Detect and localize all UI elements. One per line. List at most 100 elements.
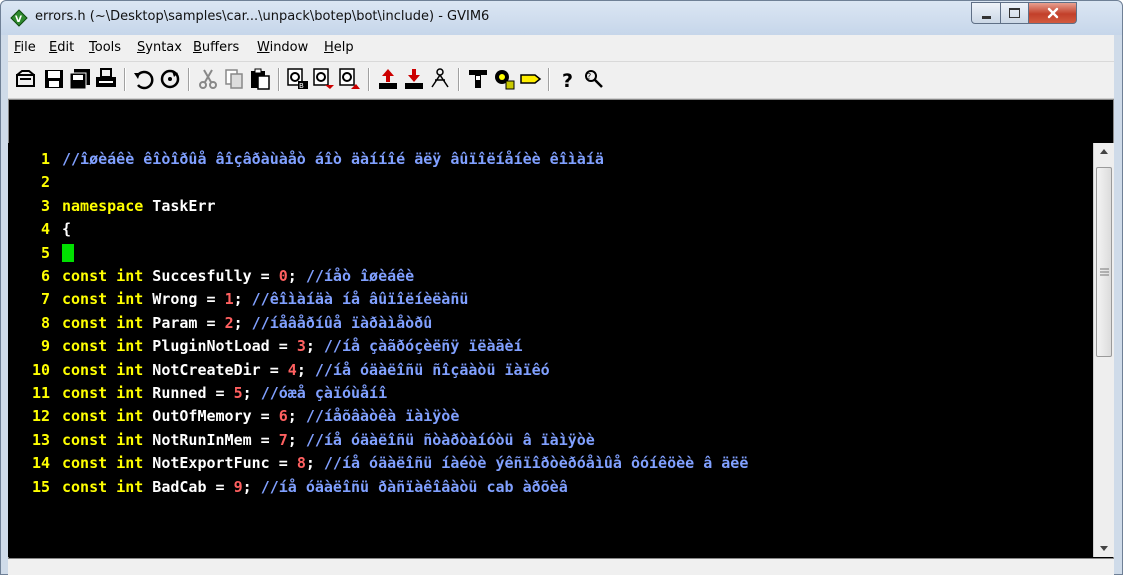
arrow-up-icon xyxy=(1100,149,1108,154)
code-line[interactable]: 10 const int NotCreateDir = 4; //íå óäàëî… xyxy=(8,360,550,381)
keyword-token: int xyxy=(116,360,144,379)
save-session-icon[interactable] xyxy=(402,67,426,91)
scroll-down-button[interactable] xyxy=(1094,539,1114,557)
toolbar-separator xyxy=(458,68,460,91)
keyword-token: int xyxy=(116,290,144,309)
make-icon[interactable] xyxy=(466,67,490,91)
maximize-button[interactable] xyxy=(1001,2,1029,24)
number-token: 2 xyxy=(224,313,234,332)
identifier-token xyxy=(107,361,116,379)
menu-window[interactable]: Window xyxy=(257,40,308,55)
code-line[interactable]: 4{ xyxy=(8,219,71,240)
menu-syntax[interactable]: Syntax xyxy=(137,40,182,55)
code-line[interactable]: 5 xyxy=(8,243,74,264)
load-session-icon[interactable] xyxy=(376,67,400,91)
toolbar: B ? ? xyxy=(8,62,1114,99)
redo-icon[interactable] xyxy=(158,67,182,91)
command-line[interactable] xyxy=(8,559,1114,575)
keyword-token: const xyxy=(62,337,108,356)
save-all-icon[interactable] xyxy=(68,67,92,91)
code-line[interactable]: 11 const int Runned = 5; //óæå çàïóùåíî xyxy=(8,383,387,404)
code-line[interactable]: 2 xyxy=(8,172,62,193)
keyword-token: int xyxy=(116,337,144,356)
identifier-token: ; xyxy=(233,313,252,332)
find-replace-icon[interactable]: B xyxy=(286,67,310,91)
save-icon[interactable] xyxy=(42,67,66,91)
code-line[interactable]: 7 const int Wrong = 1; //êîìàíäà íå âûïîë… xyxy=(8,289,468,310)
code-line[interactable]: 15 const int BadCab = 9; //íå óäàëîñü ðàñ… xyxy=(8,477,568,498)
minimize-icon xyxy=(981,15,991,19)
number-token: 0 xyxy=(278,267,288,285)
comment-token: //íåõâàòêà ïàìÿòè xyxy=(305,407,460,426)
code-line[interactable]: 1 //îøèáêè êîòîðûå âîçâðàùàåò áîò äàííîé … xyxy=(8,149,604,170)
keyword-token: const xyxy=(62,454,108,473)
code-line[interactable]: 12 const int OutOfMemory = 6; //íåõâàòêà … xyxy=(8,406,459,427)
line-number: 13 xyxy=(31,430,50,449)
menu-help[interactable]: Help xyxy=(324,40,354,55)
menu-tools[interactable]: Tools xyxy=(89,40,121,55)
identifier-token: ; xyxy=(305,454,324,473)
copy-icon[interactable] xyxy=(222,67,246,91)
keyword-token: const xyxy=(62,384,108,402)
identifier-token: OutOfMemory = xyxy=(143,407,279,426)
identifier-token: NotRunInMem = xyxy=(143,430,279,449)
keyword-token: const xyxy=(62,313,108,332)
comment-token: //íå óäàëîñü ñîçäàòü ïàïêó xyxy=(314,360,550,379)
code-line[interactable]: 8 const int Param = 2; //íåâåðíûå ïàðàìåò… xyxy=(8,313,432,334)
identifier-token xyxy=(107,290,116,308)
print-icon[interactable] xyxy=(94,67,118,91)
scrollbar-thumb[interactable] xyxy=(1096,167,1112,357)
scroll-up-button[interactable] xyxy=(1094,143,1114,161)
identifier-token: ; xyxy=(305,337,324,356)
keyword-token: const xyxy=(62,360,108,379)
line-number: 14 xyxy=(31,454,50,473)
menu-file[interactable]: File xyxy=(14,40,36,55)
gvim-app-icon[interactable]: V xyxy=(10,9,28,27)
paste-icon[interactable] xyxy=(248,67,272,91)
line-number: 6 xyxy=(40,267,50,285)
identifier-token xyxy=(107,384,116,402)
run-script-icon[interactable] xyxy=(428,67,452,91)
identifier-token: NotCreateDir = xyxy=(143,360,288,379)
gvim-window: V errors.h (~\Desktop\samples\car...\unp… xyxy=(0,0,1123,575)
help-icon[interactable]: ? xyxy=(556,67,580,91)
number-token: 4 xyxy=(287,360,297,379)
identifier-token: ; xyxy=(242,477,261,496)
code-line[interactable]: 3 namespace TaskErr xyxy=(8,196,216,217)
cut-icon[interactable] xyxy=(196,67,220,91)
line-number: 1 xyxy=(40,150,50,168)
code-line[interactable]: 6 const int Succesfully = 0; //íåò îøèáêè xyxy=(8,266,414,287)
identifier-token xyxy=(107,314,116,332)
identifier-token: BadCab = xyxy=(143,477,234,496)
menu-buffers[interactable]: Buffers xyxy=(193,40,239,55)
run-shell-icon[interactable] xyxy=(492,67,516,91)
menu-edit[interactable]: Edit xyxy=(49,40,74,55)
keyword-token: int xyxy=(116,430,144,449)
undo-icon[interactable] xyxy=(132,67,156,91)
number-token: 8 xyxy=(296,454,306,473)
identifier-token: NotExportFunc = xyxy=(143,454,297,473)
keyword-token: const xyxy=(62,407,108,426)
title-bar[interactable]: V errors.h (~\Desktop\samples\car...\unp… xyxy=(1,1,1122,35)
line-number: 11 xyxy=(31,384,50,402)
number-token: 5 xyxy=(233,384,243,402)
tag-jump-icon[interactable] xyxy=(518,67,542,91)
find-help-icon[interactable]: ? xyxy=(582,67,606,91)
comment-token: //óæå çàïóùåíî xyxy=(260,384,388,402)
identifier-token: ; xyxy=(242,384,261,402)
code-line[interactable]: 14 const int NotExportFunc = 8; //íå óäàë… xyxy=(8,453,748,474)
open-icon[interactable] xyxy=(14,67,38,91)
minimize-button[interactable] xyxy=(971,2,1001,24)
find-previous-icon[interactable] xyxy=(338,67,362,91)
identifier-token: ; xyxy=(287,407,306,426)
close-button[interactable] xyxy=(1029,2,1077,24)
line-number: 9 xyxy=(40,337,50,356)
find-next-icon[interactable] xyxy=(312,67,336,91)
code-editor[interactable]: 1 //îøèáêè êîòîðûå âîçâðàùàåò áîò äàííîé … xyxy=(8,143,1093,557)
keyword-token: int xyxy=(116,384,144,402)
code-line[interactable]: 9 const int PluginNotLoad = 3; //íå çàãðó… xyxy=(8,336,523,357)
keyword-token: int xyxy=(116,407,144,426)
number-token: 7 xyxy=(278,430,288,449)
code-line[interactable]: 13 const int NotRunInMem = 7; //íå óäàëîñ… xyxy=(8,430,595,451)
vertical-scrollbar[interactable] xyxy=(1093,143,1114,557)
